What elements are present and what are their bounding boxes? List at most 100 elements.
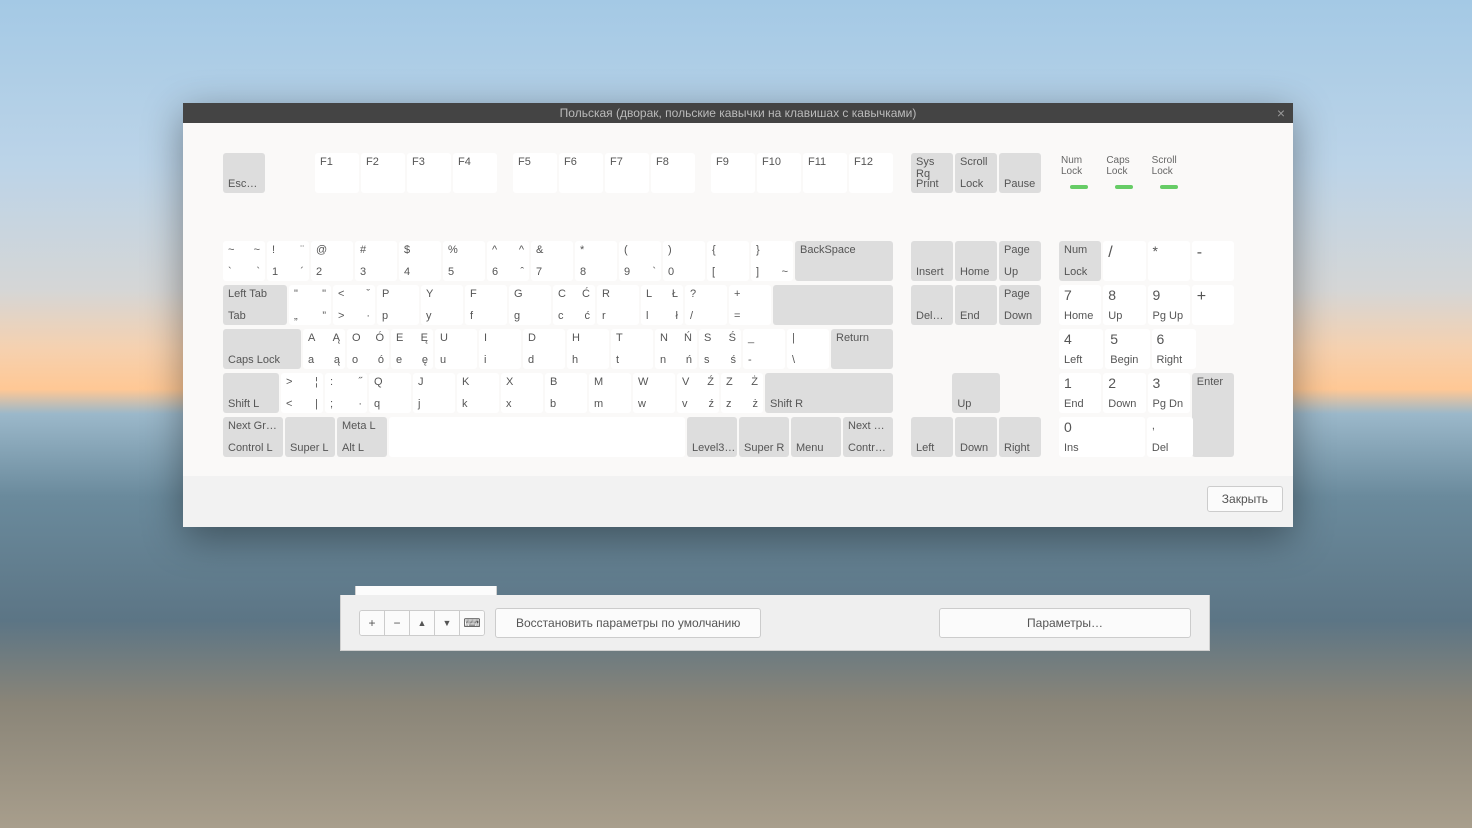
key-pageup[interactable]: PageUp (999, 241, 1041, 281)
key[interactable]: #3 (355, 241, 397, 281)
key[interactable]: Ff (465, 285, 507, 325)
key-menu[interactable]: Menu (791, 417, 841, 457)
key-return[interactable]: Return (831, 329, 893, 369)
key-shift-l[interactable]: Shift L (223, 373, 279, 413)
key[interactable]: Xx (501, 373, 543, 413)
key-control-l[interactable]: Next Gr…Control L (223, 417, 283, 457)
key-right[interactable]: Right (999, 417, 1041, 457)
key[interactable]: CĆcć (553, 285, 595, 325)
key-f9[interactable]: F9 (711, 153, 755, 193)
key[interactable]: !¨1´ (267, 241, 309, 281)
key[interactable]: Pp (377, 285, 419, 325)
key[interactable]: Mm (589, 373, 631, 413)
key-kp-6[interactable]: 6Right (1152, 329, 1196, 369)
key[interactable]: += (729, 285, 771, 325)
key[interactable]: Rr (597, 285, 639, 325)
key-delete[interactable]: Del… (911, 285, 953, 325)
key-f3[interactable]: F3 (407, 153, 451, 193)
key[interactable]: Kk (457, 373, 499, 413)
keyboard-icon[interactable]: ⌨ (460, 611, 484, 635)
key[interactable]: <ˇ>· (333, 285, 375, 325)
key[interactable]: Gg (509, 285, 551, 325)
key[interactable]: Jj (413, 373, 455, 413)
key[interactable]: Tt (611, 329, 653, 369)
key[interactable]: ""„” (289, 285, 331, 325)
key-left[interactable]: Left (911, 417, 953, 457)
key[interactable]: *8 (575, 241, 617, 281)
key-capslock[interactable]: Caps Lock (223, 329, 301, 369)
key[interactable]: }]~ (751, 241, 793, 281)
key-up[interactable]: Up (952, 373, 999, 413)
key-backslash[interactable] (773, 285, 893, 325)
add-layout-button[interactable]: + (360, 611, 385, 635)
key-super-r[interactable]: Super R (739, 417, 789, 457)
key-alt-l[interactable]: Meta LAlt L (337, 417, 387, 457)
key[interactable]: SŚsś (699, 329, 741, 369)
key[interactable]: Ww (633, 373, 675, 413)
key-backspace[interactable]: BackSpace (795, 241, 893, 281)
key-f11[interactable]: F11 (803, 153, 847, 193)
key-pagedown[interactable]: PageDown (999, 285, 1041, 325)
key[interactable]: ^^6ˆ (487, 241, 529, 281)
key-f4[interactable]: F4 (453, 153, 497, 193)
key[interactable]: Dd (523, 329, 565, 369)
key-f6[interactable]: F6 (559, 153, 603, 193)
key-kp-4[interactable]: 4Left (1059, 329, 1103, 369)
key-kp-8[interactable]: 8Up (1103, 285, 1145, 325)
key-kp-7[interactable]: 7Home (1059, 285, 1101, 325)
key-control-r[interactable]: Next …Contr… (843, 417, 893, 457)
key[interactable]: Ii (479, 329, 521, 369)
key-end[interactable]: End (955, 285, 997, 325)
key[interactable]: Qq (369, 373, 411, 413)
key-insert[interactable]: Insert (911, 241, 953, 281)
move-down-button[interactable]: ▼ (435, 611, 460, 635)
key[interactable]: _- (743, 329, 785, 369)
key[interactable]: VŹvź (677, 373, 719, 413)
close-button[interactable]: Закрыть (1207, 486, 1283, 512)
key-kp-multiply[interactable]: * (1148, 241, 1190, 281)
key-super-l[interactable]: Super L (285, 417, 335, 457)
key-kp-2[interactable]: 2Down (1103, 373, 1145, 413)
key-f5[interactable]: F5 (513, 153, 557, 193)
key[interactable]: Yy (421, 285, 463, 325)
key-shift-r[interactable]: Shift R (765, 373, 893, 413)
key[interactable]: Uu (435, 329, 477, 369)
key[interactable]: @2 (311, 241, 353, 281)
key-kp-9[interactable]: 9Pg Up (1148, 285, 1190, 325)
key-kp-divide[interactable]: / (1103, 241, 1145, 281)
key-numlock[interactable]: NumLock (1059, 241, 1101, 281)
key[interactable]: Hh (567, 329, 609, 369)
key[interactable]: ~~`` (223, 241, 265, 281)
key-kp-decimal[interactable]: ,Del (1147, 417, 1193, 457)
key-f10[interactable]: F10 (757, 153, 801, 193)
key-tab[interactable]: Left TabTab (223, 285, 287, 325)
key-home[interactable]: Home (955, 241, 997, 281)
key-escape[interactable]: Esc… (223, 153, 265, 193)
titlebar[interactable]: Польская (дворак, польские кавычки на кл… (183, 103, 1293, 123)
close-icon[interactable]: × (1277, 103, 1285, 123)
key-kp-enter[interactable]: Enter (1192, 373, 1234, 457)
key[interactable]: %5 (443, 241, 485, 281)
key-kp-5[interactable]: 5Begin (1105, 329, 1149, 369)
key-scroll-lock[interactable]: ScrollLock (955, 153, 997, 193)
key-space[interactable] (389, 417, 685, 457)
key-kp-add[interactable]: + (1192, 285, 1234, 325)
key-level3[interactable]: Level3… (687, 417, 737, 457)
key[interactable]: LŁlł (641, 285, 683, 325)
key[interactable]: Bb (545, 373, 587, 413)
key[interactable]: ?/ (685, 285, 727, 325)
key-print[interactable]: Sys RqPrint (911, 153, 953, 193)
key-down[interactable]: Down (955, 417, 997, 457)
key[interactable]: {[ (707, 241, 749, 281)
key[interactable]: |\ (787, 329, 829, 369)
key[interactable]: EĘeę (391, 329, 433, 369)
options-button[interactable]: Параметры… (939, 608, 1191, 638)
move-up-button[interactable]: ▲ (410, 611, 435, 635)
remove-layout-button[interactable]: − (385, 611, 410, 635)
key[interactable]: AĄaą (303, 329, 345, 369)
key-kp-0[interactable]: 0Ins (1059, 417, 1145, 457)
key-kp-subtract[interactable]: - (1192, 241, 1234, 281)
key-f1[interactable]: F1 (315, 153, 359, 193)
key[interactable]: :˝;· (325, 373, 367, 413)
key-f12[interactable]: F12 (849, 153, 893, 193)
